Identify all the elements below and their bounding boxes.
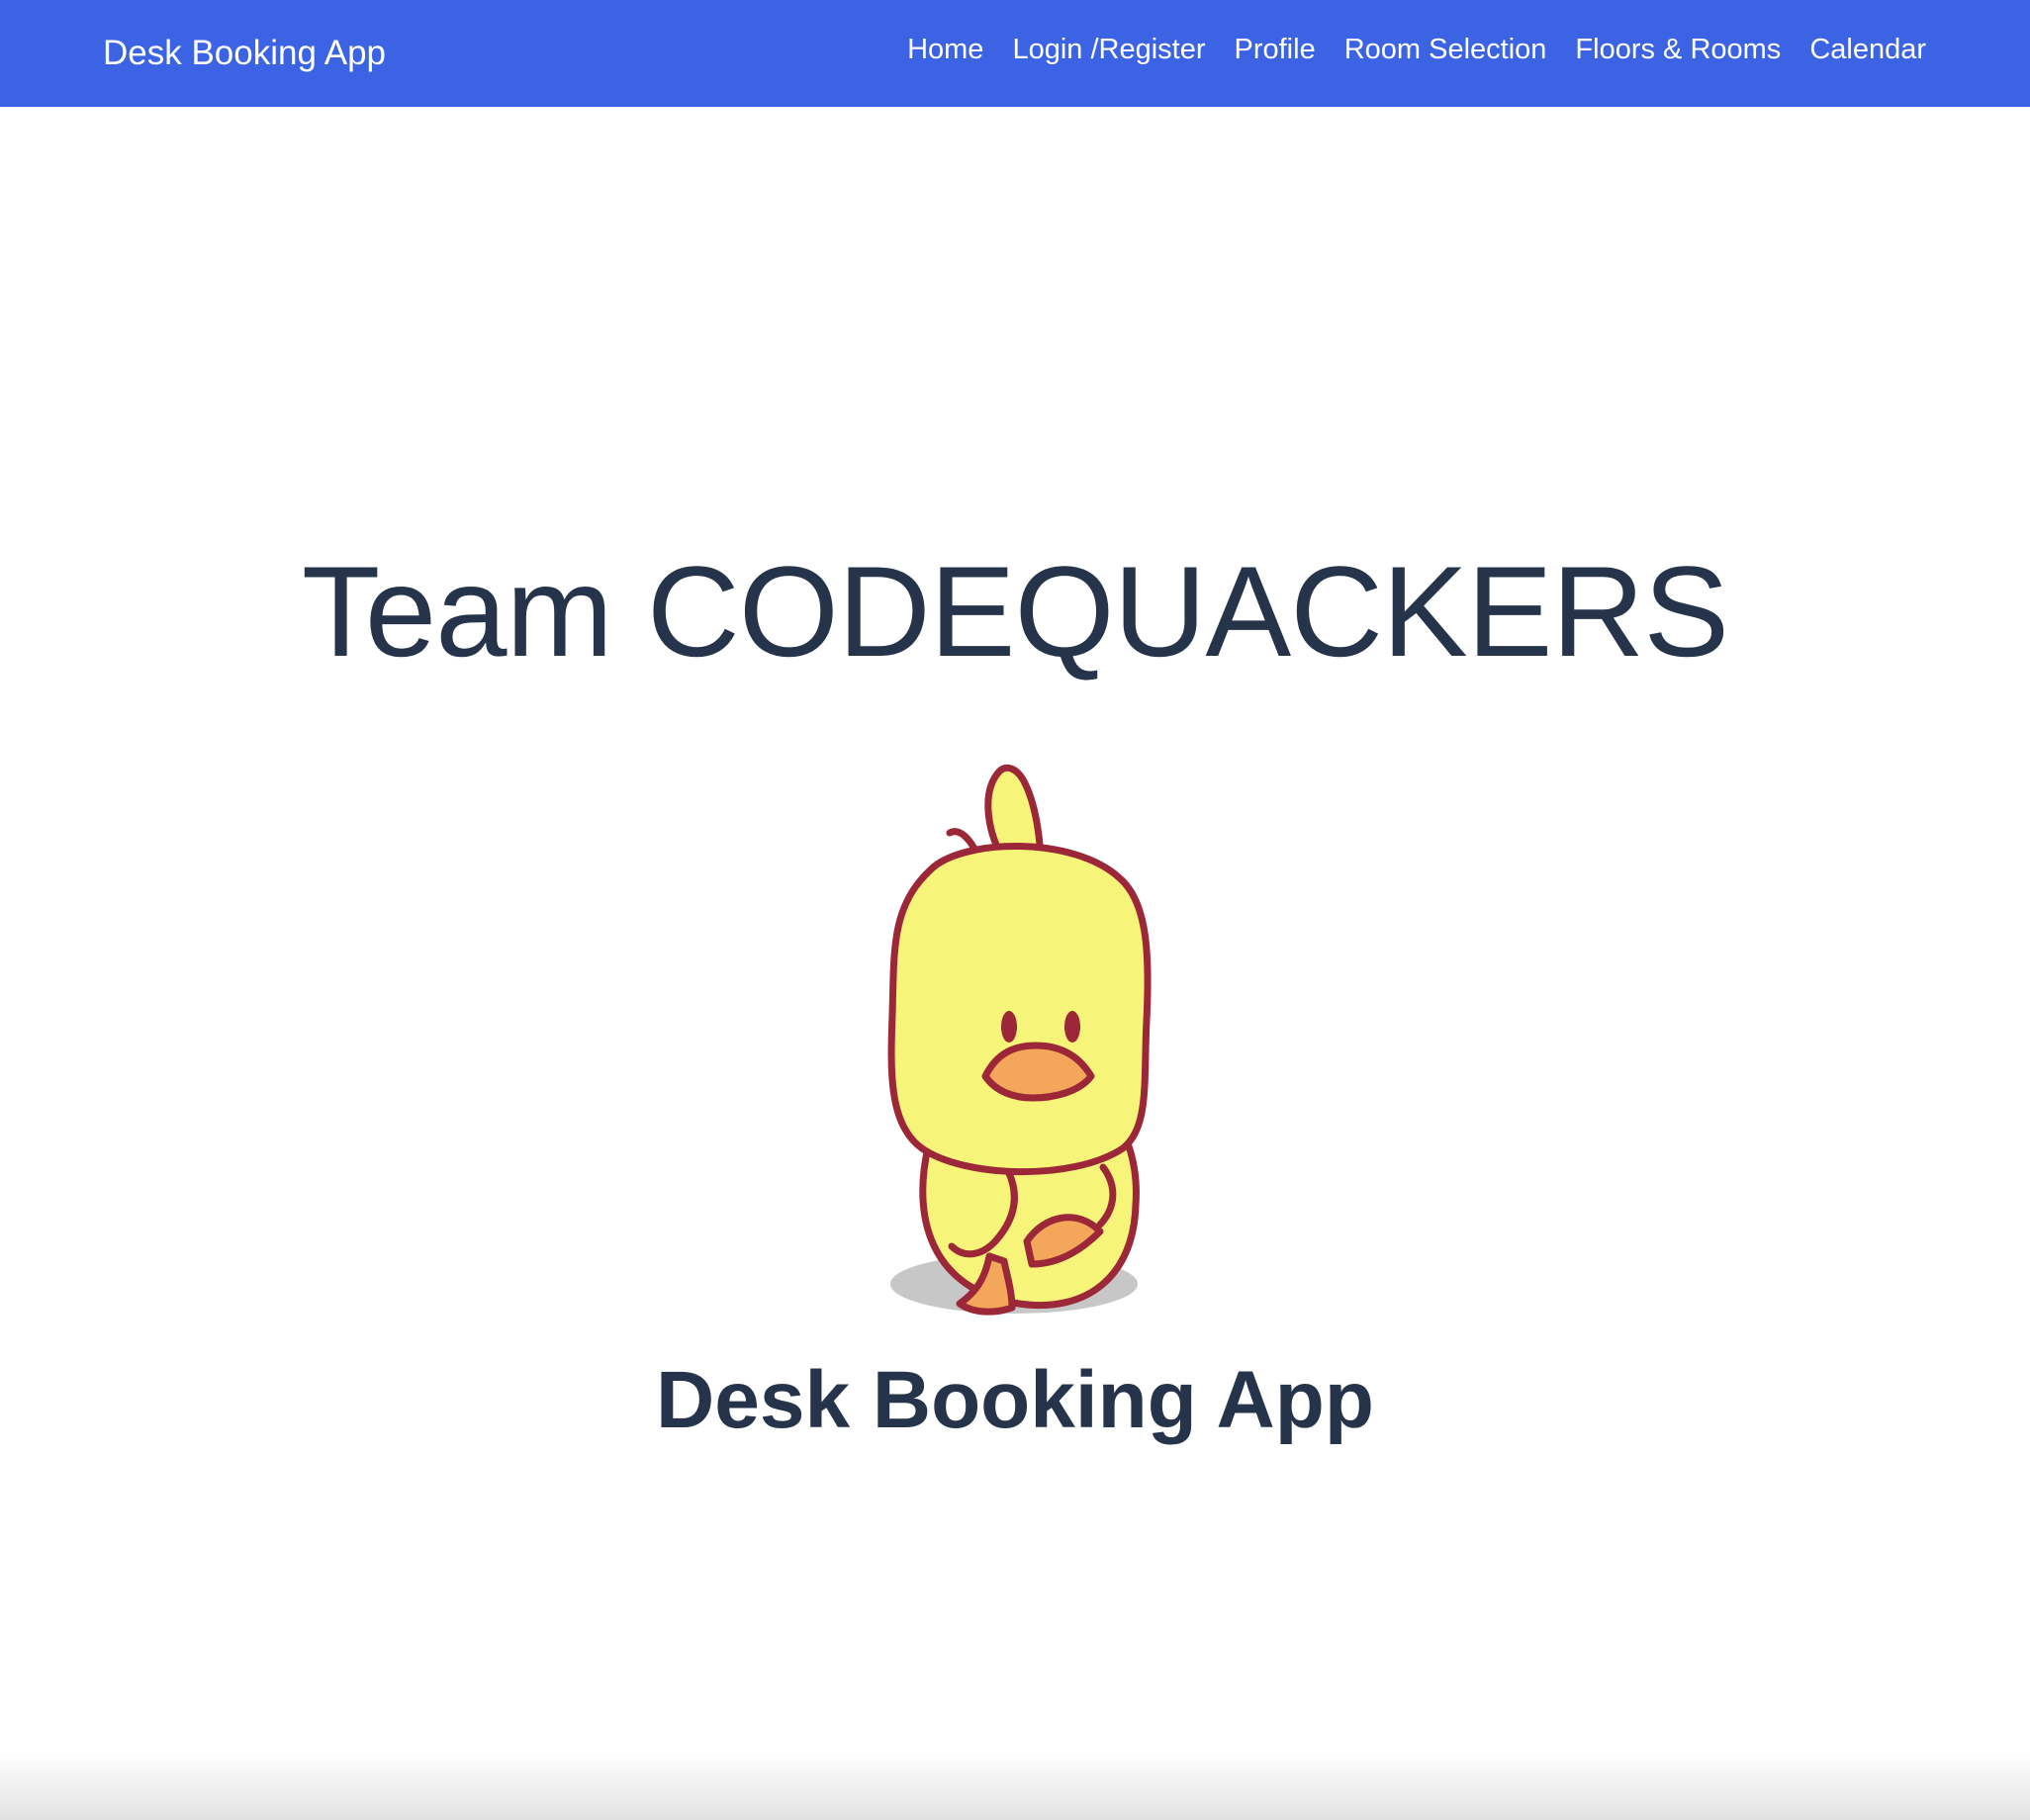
nav-calendar[interactable]: Calendar [1809,30,1926,69]
duck-mascot-icon [871,762,1167,1335]
nav-profile[interactable]: Profile [1235,30,1316,69]
nav-floors-rooms[interactable]: Floors & Rooms [1575,30,1781,69]
nav-room-selection[interactable]: Room Selection [1344,30,1547,69]
nav-home[interactable]: Home [907,30,983,69]
top-navbar: Desk Booking App Home Login /Register Pr… [0,0,2030,107]
nav-links: Home Login /Register Profile Room Select… [907,30,1926,69]
navbar-brand[interactable]: Desk Booking App [103,30,386,77]
nav-login-register[interactable]: Login /Register [1012,30,1205,69]
bottom-fade-overlay [0,1751,2030,1820]
app-name-heading: Desk Booking App [656,1355,1374,1445]
hero-title: Team CODEQUACKERS [301,539,1729,683]
